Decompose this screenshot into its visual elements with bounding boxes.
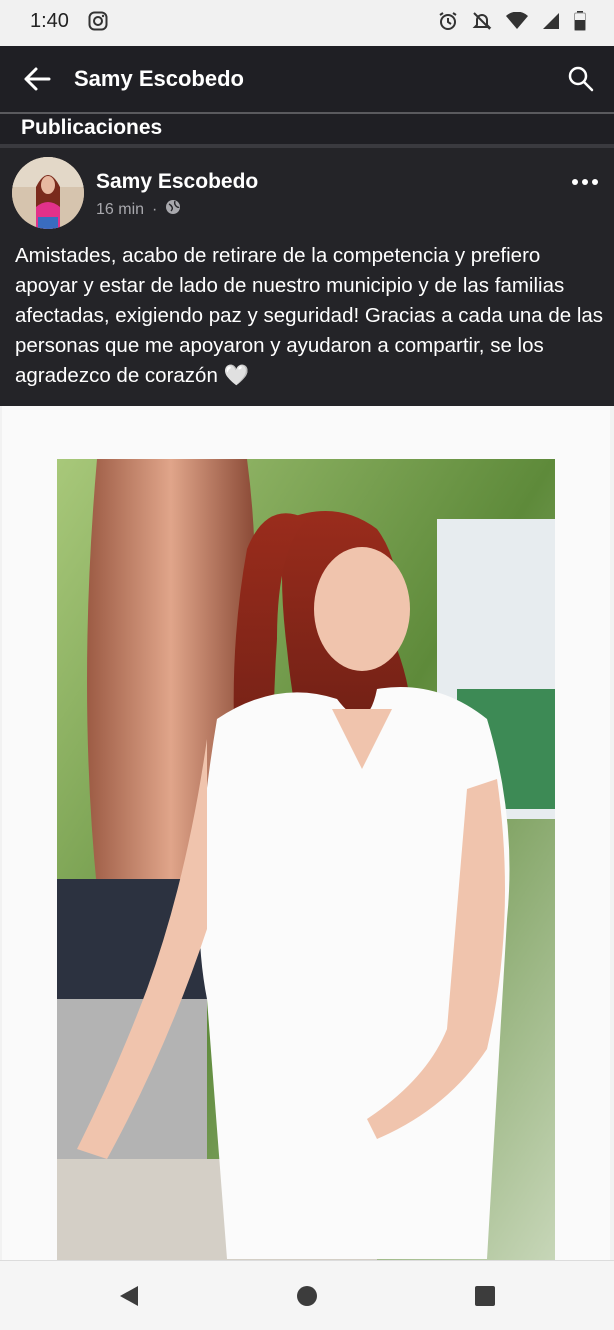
nav-recents-icon[interactable] [474, 1285, 496, 1312]
system-nav-bar [0, 1260, 614, 1330]
app-header: Samy Escobedo [0, 46, 614, 112]
page-title: Samy Escobedo [74, 66, 244, 91]
search-icon[interactable] [566, 64, 596, 94]
post-time[interactable]: 16 min [96, 201, 144, 219]
post-photo[interactable] [57, 459, 555, 1260]
signal-icon [542, 12, 560, 30]
avatar[interactable] [12, 157, 84, 229]
section-title: Publicaciones [21, 116, 163, 139]
nav-back-icon[interactable] [118, 1285, 140, 1312]
post-author[interactable]: Samy Escobedo [96, 170, 258, 194]
notifications-off-icon [472, 11, 492, 31]
status-bar: 1:40 [0, 0, 614, 46]
instagram-icon [88, 11, 108, 31]
globe-icon [165, 199, 181, 220]
more-options-icon[interactable] [572, 176, 602, 188]
status-time: 1:40 [30, 10, 69, 32]
meta-separator: · [152, 200, 158, 218]
nav-home-icon[interactable] [296, 1285, 318, 1312]
post-card: Samy Escobedo 16 min · Amistades, acabo … [0, 148, 614, 406]
battery-icon [574, 11, 586, 31]
section-bar: Publicaciones [0, 114, 614, 144]
back-arrow-icon[interactable] [22, 64, 52, 94]
post-text: Amistades, acabo de retirare de la compe… [15, 244, 604, 387]
wifi-icon [506, 12, 528, 30]
post-meta: 16 min · [96, 199, 181, 220]
alarm-icon [438, 11, 458, 31]
